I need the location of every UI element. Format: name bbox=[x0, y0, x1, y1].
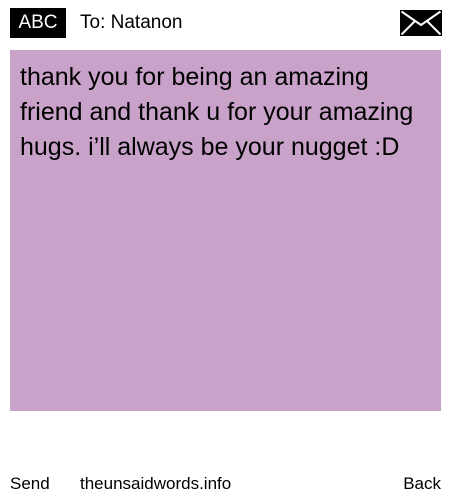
site-link[interactable]: theunsaidwords.info bbox=[80, 470, 231, 498]
message-body[interactable]: thank you for being an amazing friend an… bbox=[10, 50, 441, 411]
recipient-label: To: Natanon bbox=[80, 12, 183, 33]
envelope-icon[interactable] bbox=[400, 10, 442, 36]
send-button[interactable]: Send bbox=[10, 470, 50, 498]
back-button[interactable]: Back bbox=[403, 470, 441, 498]
keyboard-mode-badge[interactable]: ABC bbox=[10, 8, 66, 38]
message-header: ABC To: Natanon bbox=[0, 0, 450, 46]
softkey-bar: Send theunsaidwords.info Back bbox=[0, 470, 450, 498]
